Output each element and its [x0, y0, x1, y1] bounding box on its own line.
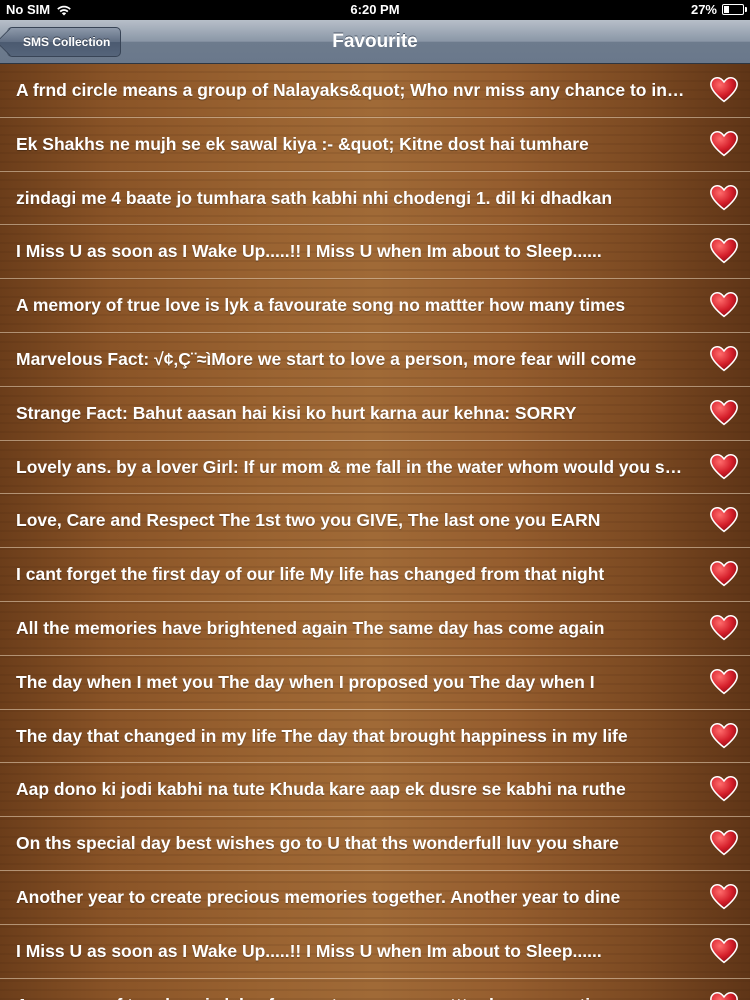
heart-icon[interactable] — [710, 937, 738, 965]
list-item[interactable]: A memory of true love is lyk a favourate… — [0, 279, 750, 333]
list-item-text: Aap dono ki jodi kabhi na tute Khuda kar… — [16, 779, 626, 800]
heart-icon[interactable] — [710, 775, 738, 803]
list-item[interactable]: The day when I met you The day when I pr… — [0, 656, 750, 710]
heart-icon[interactable] — [710, 614, 738, 642]
status-right: 27% — [690, 2, 747, 17]
status-bar: No SIM 6:20 PM 27% — [0, 0, 750, 20]
heart-icon[interactable] — [710, 291, 738, 319]
list-item[interactable]: A memory of true love is lyk a favourate… — [0, 979, 750, 1000]
list-item[interactable]: The day that changed in my life The day … — [0, 710, 750, 764]
list-item-text: A memory of true love is lyk a favourate… — [16, 979, 686, 1000]
list-item[interactable]: Another year to create precious memories… — [0, 871, 750, 925]
list-item-text: Strange Fact: Bahut aasan hai kisi ko hu… — [16, 402, 577, 423]
heart-icon[interactable] — [710, 453, 738, 481]
heart-icon[interactable] — [710, 991, 738, 1000]
list-item-text: The day that changed in my life The day … — [16, 725, 628, 746]
heart-icon[interactable] — [710, 399, 738, 427]
list-item[interactable]: On ths special day best wishes go to U t… — [0, 817, 750, 871]
list-item-text: The day when I met you The day when I pr… — [16, 671, 595, 692]
list-item-text: A frnd circle means a group of Nalayaks&… — [16, 80, 686, 100]
favourites-list[interactable]: A frnd circle means a group of Nalayaks&… — [0, 64, 750, 1000]
heart-icon[interactable] — [710, 345, 738, 373]
list-item[interactable]: Strange Fact: Bahut aasan hai kisi ko hu… — [0, 387, 750, 441]
list-item-text: All the memories have brightened again T… — [16, 617, 605, 638]
list-item-text: Another year to create precious memories… — [16, 886, 621, 907]
battery-icon — [722, 4, 747, 15]
heart-icon[interactable] — [710, 76, 738, 104]
list-item[interactable]: Love, Care and Respect The 1st two you G… — [0, 494, 750, 549]
list-item-text: Lovely ans. by a lover Girl: If ur mom &… — [16, 456, 686, 477]
list-item-text: A memory of true love is lyk a favourate… — [16, 295, 626, 316]
heart-icon[interactable] — [710, 829, 738, 857]
list-item[interactable]: zindagi me 4 baate jo tumhara sath kabhi… — [0, 172, 750, 226]
list-item[interactable]: All the memories have brightened again T… — [0, 602, 750, 656]
list-item[interactable]: A frnd circle means a group of Nalayaks&… — [0, 64, 750, 118]
list-item[interactable]: I Miss U as soon as I Wake Up.....!! I M… — [0, 225, 750, 280]
heart-icon[interactable] — [710, 560, 738, 588]
heart-icon[interactable] — [710, 883, 738, 911]
list-item-text: zindagi me 4 baate jo tumhara sath kabhi… — [16, 187, 613, 208]
list-item-text: I Miss U as soon as I Wake Up.....!! I M… — [16, 241, 602, 262]
heart-icon[interactable] — [710, 506, 738, 534]
heart-icon[interactable] — [710, 184, 738, 212]
list-item[interactable]: Marvelous Fact: √¢‚Ç¨≈ìMore we start to … — [0, 333, 750, 387]
heart-icon[interactable] — [710, 668, 738, 696]
back-button[interactable]: SMS Collection — [0, 27, 122, 57]
list-item[interactable]: Lovely ans. by a lover Girl: If ur mom &… — [0, 441, 750, 495]
back-button-label: SMS Collection — [23, 35, 111, 49]
heart-icon[interactable] — [710, 130, 738, 158]
list-item-text: I cant forget the first day of our life … — [16, 564, 605, 585]
list-item-text: Ek Shakhs ne mujh se ek sawal kiya :- &q… — [16, 133, 589, 154]
navigation-bar: Favourite SMS Collection — [0, 20, 750, 64]
heart-icon[interactable] — [710, 722, 738, 750]
list-item-text: On ths special day best wishes go to U t… — [16, 833, 619, 854]
list-item-text: Love, Care and Respect The 1st two you G… — [16, 510, 601, 531]
status-time: 6:20 PM — [350, 2, 400, 17]
list-item[interactable]: Ek Shakhs ne mujh se ek sawal kiya :- &q… — [0, 118, 750, 172]
heart-icon[interactable] — [710, 237, 738, 265]
battery-percent: 27% — [690, 2, 717, 17]
list-item[interactable]: I cant forget the first day of our life … — [0, 548, 750, 602]
list-item[interactable]: Aap dono ki jodi kabhi na tute Khuda kar… — [0, 763, 750, 818]
list-item-text: I Miss U as soon as I Wake Up.....!! I M… — [16, 940, 602, 961]
list-item-text: Marvelous Fact: √¢‚Ç¨≈ìMore we start to … — [16, 348, 637, 369]
list-item[interactable]: I Miss U as soon as I Wake Up.....!! I M… — [0, 925, 750, 979]
